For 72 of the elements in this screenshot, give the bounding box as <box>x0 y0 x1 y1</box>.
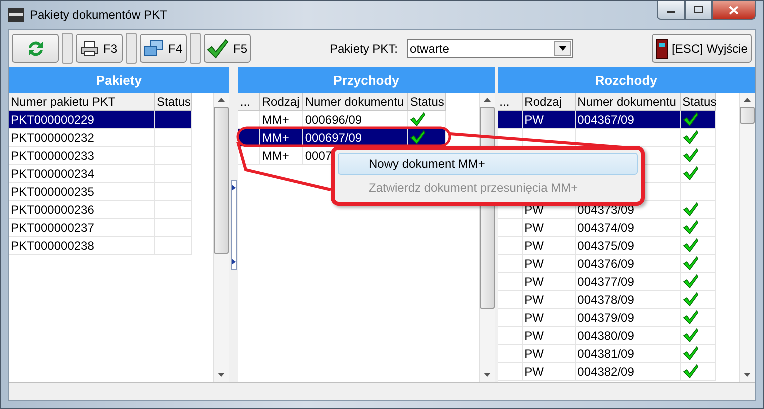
maximize-button[interactable] <box>685 1 712 20</box>
scrollbar-thumb[interactable] <box>214 107 230 254</box>
column-header[interactable]: Status <box>408 93 446 111</box>
column-header[interactable]: Status <box>680 93 716 111</box>
toolbar-button[interactable]: F3 <box>76 34 123 63</box>
table-cell: PW <box>522 363 576 381</box>
table-cell: 004382/09 <box>576 363 681 381</box>
table-cell: PW <box>522 309 576 327</box>
menu-item[interactable]: Nowy dokument MM+ <box>338 153 638 175</box>
table-cell: 004376/09 <box>576 255 681 273</box>
toolbar-separator <box>190 33 201 64</box>
table-cell: PKT000000238 <box>9 237 155 255</box>
panel-header: Pakiety <box>9 67 230 93</box>
table-cell: 004380/09 <box>576 327 681 345</box>
minimize-button[interactable] <box>657 1 685 20</box>
table-cell: 004374/09 <box>576 219 681 237</box>
splitter-handle[interactable] <box>230 180 237 270</box>
scrollbar[interactable] <box>738 93 755 382</box>
close-button[interactable] <box>712 1 756 20</box>
toolbar-separator <box>126 33 137 64</box>
table-cell: PKT000000237 <box>9 219 155 237</box>
column-header[interactable]: Status <box>155 93 192 111</box>
table-cell: PW <box>522 291 576 309</box>
scrollbar[interactable] <box>213 93 230 382</box>
toolbar-button[interactable]: F5 <box>204 34 251 63</box>
toolbar-button[interactable]: F4 <box>140 34 187 63</box>
table-cell: 004375/09 <box>576 237 681 255</box>
table-cell: PKT000000234 <box>9 165 155 183</box>
table-cell: 004379/09 <box>576 309 681 327</box>
maximize-icon <box>694 6 704 14</box>
table-cell: PW <box>522 345 576 363</box>
toolbar-button[interactable] <box>12 34 59 63</box>
table-cell: 004367/09 <box>576 111 681 129</box>
table-cell: PKT000000236 <box>9 201 155 219</box>
panel-header: Przychody <box>238 67 495 93</box>
table-cell: PW <box>522 219 576 237</box>
table-cell: 004381/09 <box>576 345 681 363</box>
door-icon <box>656 38 668 58</box>
column-header[interactable]: Numer pakietu PKT <box>9 93 155 111</box>
table-cell: PW <box>522 327 576 345</box>
table-cell: PKT000000233 <box>9 147 155 165</box>
column-header[interactable]: Rodzaj <box>260 93 304 111</box>
dropdown-caret-icon <box>558 46 567 51</box>
table-cell: MM+ <box>260 147 304 165</box>
toolbar-separator <box>62 33 73 64</box>
arrow-right-icon <box>232 184 236 190</box>
close-icon <box>729 6 739 14</box>
table-cell: PKT000000235 <box>9 183 155 201</box>
column-header[interactable]: Numer dokumentu <box>303 93 408 111</box>
checkmark-icon <box>207 38 230 58</box>
table-cell: 004378/09 <box>576 291 681 309</box>
printer-icon <box>81 40 100 56</box>
table-cell: PW <box>522 255 576 273</box>
table-cell: PKT000000229 <box>9 111 155 129</box>
table-cell: PKT000000232 <box>9 129 155 147</box>
table-cell: PW <box>522 237 576 255</box>
column-header[interactable]: Numer dokumentu <box>576 93 681 111</box>
scrollbar-thumb[interactable] <box>740 107 755 124</box>
filter-dropdown[interactable]: otwarte <box>407 39 574 58</box>
column-header[interactable]: ... <box>238 93 260 111</box>
app-logo-icon <box>8 8 24 22</box>
arrow-right-icon <box>232 258 236 264</box>
table-cell: PW <box>522 111 576 129</box>
column-header[interactable]: ... <box>498 93 523 111</box>
filter-label: Pakiety PKT: <box>330 42 398 56</box>
exit-button[interactable]: [ESC] Wyjście <box>652 34 752 63</box>
panel-header: Rozchody <box>498 67 755 93</box>
window-title: Pakiety dokumentów PKT <box>30 8 168 22</box>
windows-icon <box>144 40 164 58</box>
table-cell: PW <box>522 273 576 291</box>
table-cell: 004377/09 <box>576 273 681 291</box>
column-header[interactable]: Rodzaj <box>522 93 576 111</box>
